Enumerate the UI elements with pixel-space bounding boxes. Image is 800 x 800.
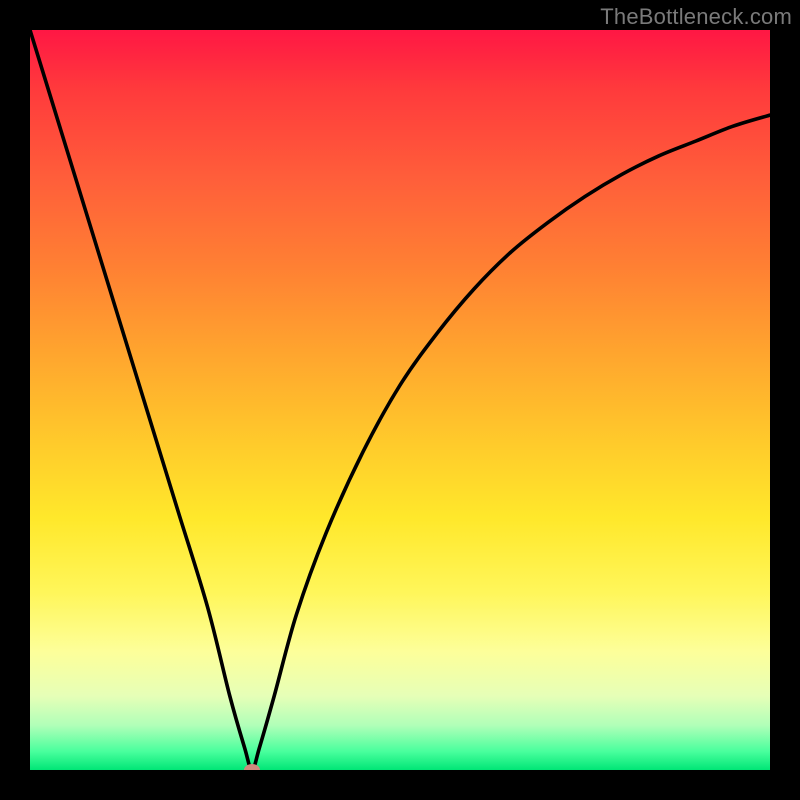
bottleneck-curve bbox=[30, 30, 770, 770]
plot-area bbox=[30, 30, 770, 770]
optimal-point-marker bbox=[244, 764, 260, 770]
chart-frame: TheBottleneck.com bbox=[0, 0, 800, 800]
watermark-text: TheBottleneck.com bbox=[600, 4, 792, 30]
curve-layer bbox=[30, 30, 770, 770]
